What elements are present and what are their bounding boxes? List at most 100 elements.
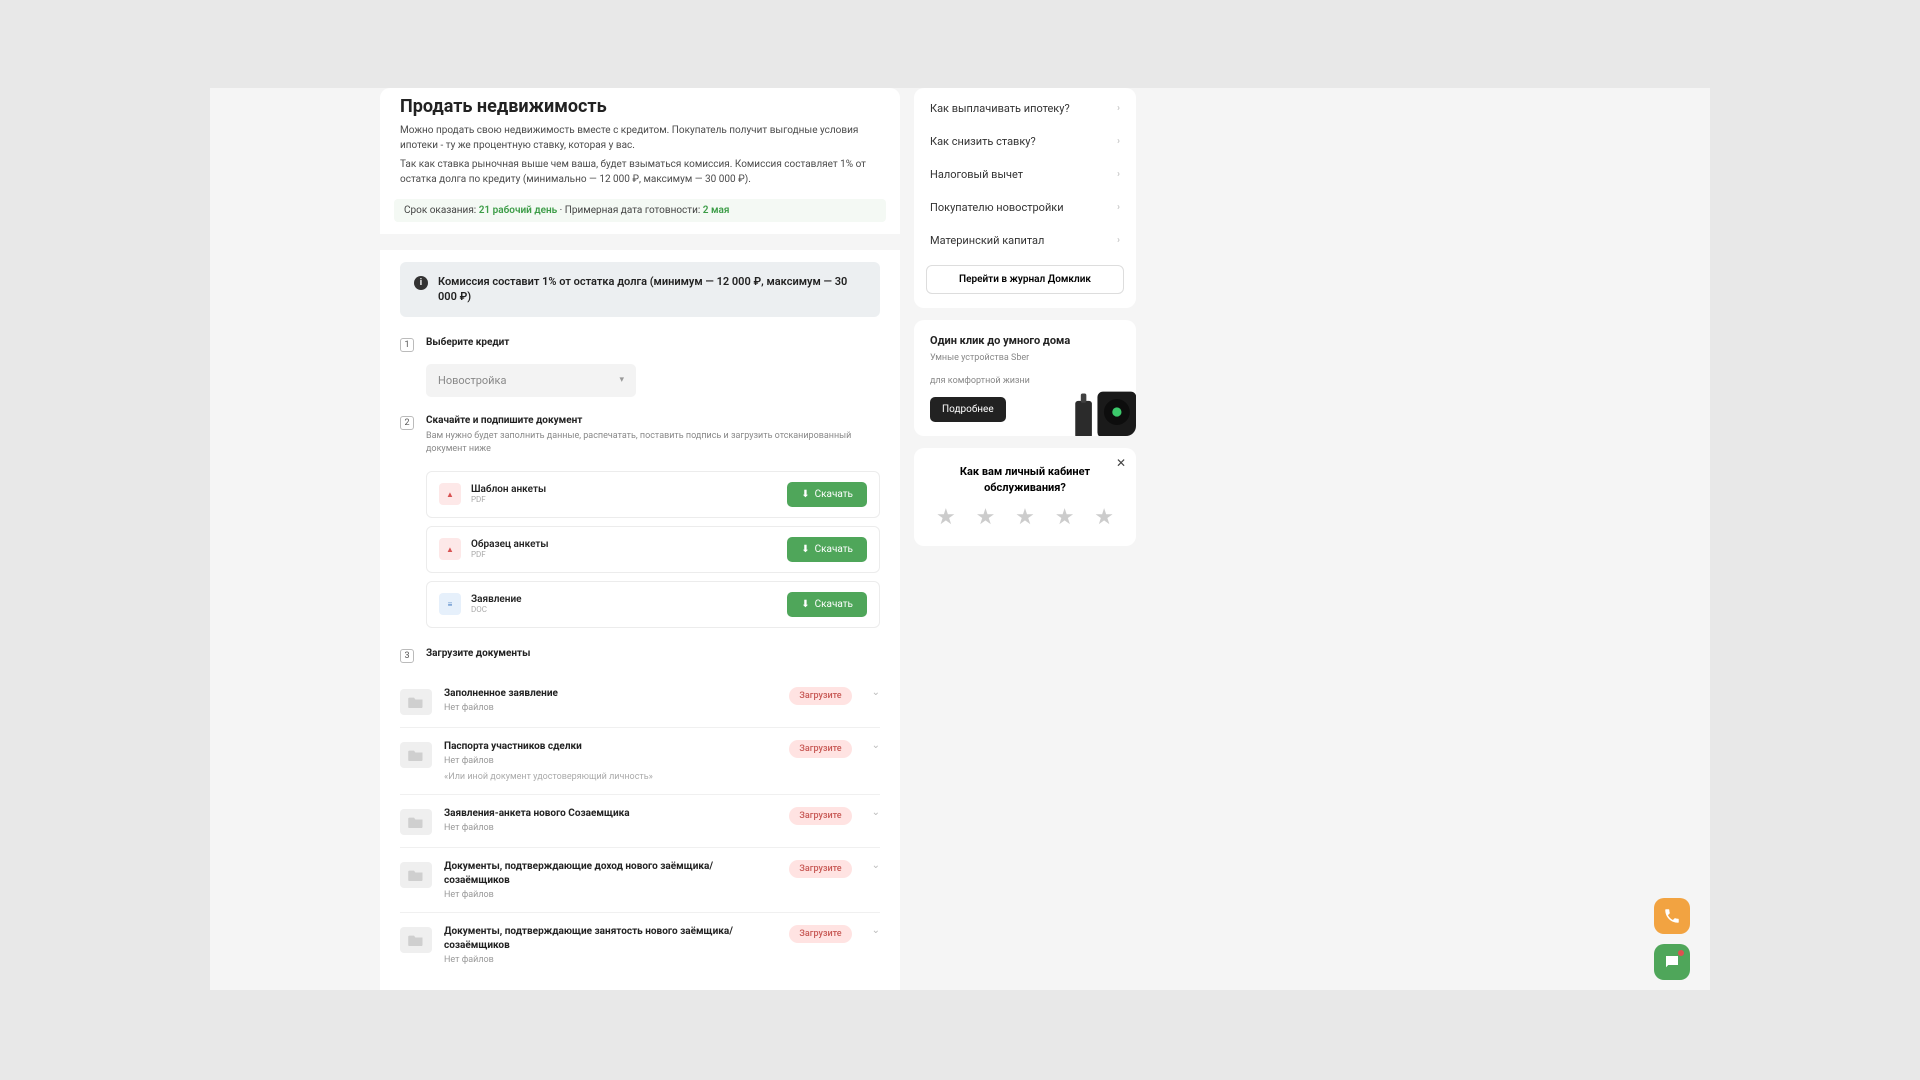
star-3[interactable]: ★ [1015, 505, 1035, 530]
doc-2-ext: DOC [471, 605, 777, 614]
pdf-icon: ▲ [439, 483, 461, 505]
credit-select[interactable]: Новостройка ▾ [426, 364, 636, 397]
upload-4-title: Документы, подтверждающие занятость ново… [444, 925, 777, 953]
download-label-0: Скачать [815, 489, 853, 500]
step-2-number: 2 [400, 416, 414, 430]
sidebar-item-3-label: Покупателю новостройки [930, 201, 1064, 214]
chevron-down-icon[interactable]: ⌄ [872, 740, 880, 751]
chevron-right-icon: › [1117, 235, 1120, 246]
commission-text: Комиссия составит 1% от остатка долга (м… [438, 274, 866, 305]
sidebar-item-1[interactable]: Как снизить ставку? › [914, 125, 1136, 158]
upload-badge-1: Загрузите [789, 740, 851, 758]
upload-badge-0: Загрузите [789, 687, 851, 705]
upload-card-0[interactable]: Заполненное заявление Нет файлов Загрузи… [400, 675, 880, 727]
folder-icon [400, 809, 432, 835]
upload-4-sub: Нет файлов [444, 955, 777, 965]
step-2-hint: Вам нужно будет заполнить данные, распеч… [426, 430, 880, 457]
download-button-0[interactable]: ⬇ Скачать [787, 482, 867, 507]
upload-badge-4: Загрузите [789, 925, 851, 943]
promo-title: Один клик до умного дома [930, 334, 1120, 347]
commission-banner: i Комиссия составит 1% от остатка долга … [400, 262, 880, 317]
doc-0-ext: PDF [471, 495, 777, 504]
promo-card: Один клик до умного дома Умные устройств… [914, 320, 1136, 436]
deadline-banner: Срок оказания: 21 рабочий день · Примерн… [394, 199, 886, 222]
upload-1-hint: «Или иной документ удостоверяющий личнос… [444, 772, 777, 782]
doc-card-0: ▲ Шаблон анкеты PDF ⬇ Скачать [426, 471, 880, 518]
folder-icon [400, 862, 432, 888]
upload-card-3[interactable]: Документы, подтверждающие доход нового з… [400, 847, 880, 912]
step-2-title: Скачайте и подпишите документ [426, 415, 880, 426]
chevron-down-icon[interactable]: ⌄ [872, 687, 880, 698]
chevron-right-icon: › [1117, 202, 1120, 213]
upload-card-1[interactable]: Паспорта участников сделки Нет файлов «И… [400, 727, 880, 794]
deadline-mid: · Примерная дата готовности: [560, 205, 703, 216]
pdf-icon: ▲ [439, 538, 461, 560]
sidebar-item-2[interactable]: Налоговый вычет › [914, 158, 1136, 191]
download-label-1: Скачать [815, 544, 853, 555]
star-5[interactable]: ★ [1094, 505, 1114, 530]
upload-1-title: Паспорта участников сделки [444, 740, 777, 754]
download-label-2: Скачать [815, 599, 853, 610]
upload-1-sub: Нет файлов [444, 756, 777, 766]
step-1-title: Выберите кредит [426, 337, 509, 348]
sidebar-item-2-label: Налоговый вычет [930, 168, 1023, 181]
doc-0-name: Шаблон анкеты [471, 484, 777, 495]
doc-icon: ≡ [439, 593, 461, 615]
chevron-down-icon: ▾ [619, 375, 624, 385]
sidebar-item-0[interactable]: Как выплачивать ипотеку? › [914, 92, 1136, 125]
download-button-1[interactable]: ⬇ Скачать [787, 537, 867, 562]
chat-fab[interactable] [1654, 944, 1690, 980]
description-1: Можно продать свою недвижимость вместе с… [380, 123, 900, 157]
chevron-down-icon[interactable]: ⌄ [872, 925, 880, 936]
chevron-right-icon: › [1117, 103, 1120, 114]
description-2: Так как ставка рыночная выше чем ваша, б… [380, 157, 900, 191]
download-icon: ⬇ [801, 544, 809, 555]
folder-icon [400, 689, 432, 715]
folder-icon [400, 742, 432, 768]
notification-dot [1677, 949, 1685, 957]
call-fab[interactable] [1654, 898, 1690, 934]
chevron-down-icon[interactable]: ⌄ [872, 860, 880, 871]
doc-1-ext: PDF [471, 550, 777, 559]
deadline-date: 2 мая [703, 205, 730, 216]
upload-0-sub: Нет файлов [444, 703, 777, 713]
main-panel: Продать недвижимость Можно продать свою … [380, 88, 900, 990]
upload-badge-2: Загрузите [789, 807, 851, 825]
upload-card-2[interactable]: Заявления-анкета нового Созаемщика Нет ф… [400, 794, 880, 847]
journal-button[interactable]: Перейти в журнал Домклик [926, 265, 1124, 294]
step-2: 2 Скачайте и подпишите документ Вам нужн… [380, 411, 900, 463]
download-icon: ⬇ [801, 599, 809, 610]
star-2[interactable]: ★ [976, 505, 996, 530]
doc-card-1: ▲ Образец анкеты PDF ⬇ Скачать [426, 526, 880, 573]
download-button-2[interactable]: ⬇ Скачать [787, 592, 867, 617]
rating-title: Как вам личный кабинет обслуживания? [946, 464, 1104, 495]
sidebar-item-4-label: Материнский капитал [930, 234, 1044, 247]
step-1-number: 1 [400, 338, 414, 352]
star-1[interactable]: ★ [936, 505, 956, 530]
sidebar-item-4[interactable]: Материнский капитал › [914, 224, 1136, 257]
upload-card-4[interactable]: Документы, подтверждающие занятость ново… [400, 912, 880, 977]
folder-icon [400, 927, 432, 953]
upload-2-sub: Нет файлов [444, 823, 777, 833]
rating-card: ✕ Как вам личный кабинет обслуживания? ★… [914, 448, 1136, 546]
chevron-right-icon: › [1117, 169, 1120, 180]
step-3-number: 3 [400, 649, 414, 663]
rating-stars: ★ ★ ★ ★ ★ [930, 505, 1120, 530]
promo-button[interactable]: Подробнее [930, 397, 1006, 422]
close-icon[interactable]: ✕ [1116, 456, 1126, 470]
star-4[interactable]: ★ [1055, 505, 1075, 530]
upload-badge-3: Загрузите [789, 860, 851, 878]
chevron-down-icon[interactable]: ⌄ [872, 807, 880, 818]
doc-2-name: Заявление [471, 594, 777, 605]
step-3-title: Загрузите документы [426, 648, 530, 659]
info-icon: i [414, 276, 428, 290]
upload-3-sub: Нет файлов [444, 890, 777, 900]
promo-image [1066, 382, 1136, 436]
step-3: 3 Загрузите документы [380, 644, 900, 669]
sidebar-item-3[interactable]: Покупателю новостройки › [914, 191, 1136, 224]
upload-0-title: Заполненное заявление [444, 687, 777, 701]
doc-card-2: ≡ Заявление DOC ⬇ Скачать [426, 581, 880, 628]
step-1: 1 Выберите кредит [380, 333, 900, 358]
upload-2-title: Заявления-анкета нового Созаемщика [444, 807, 777, 821]
page-title: Продать недвижимость [380, 96, 900, 123]
